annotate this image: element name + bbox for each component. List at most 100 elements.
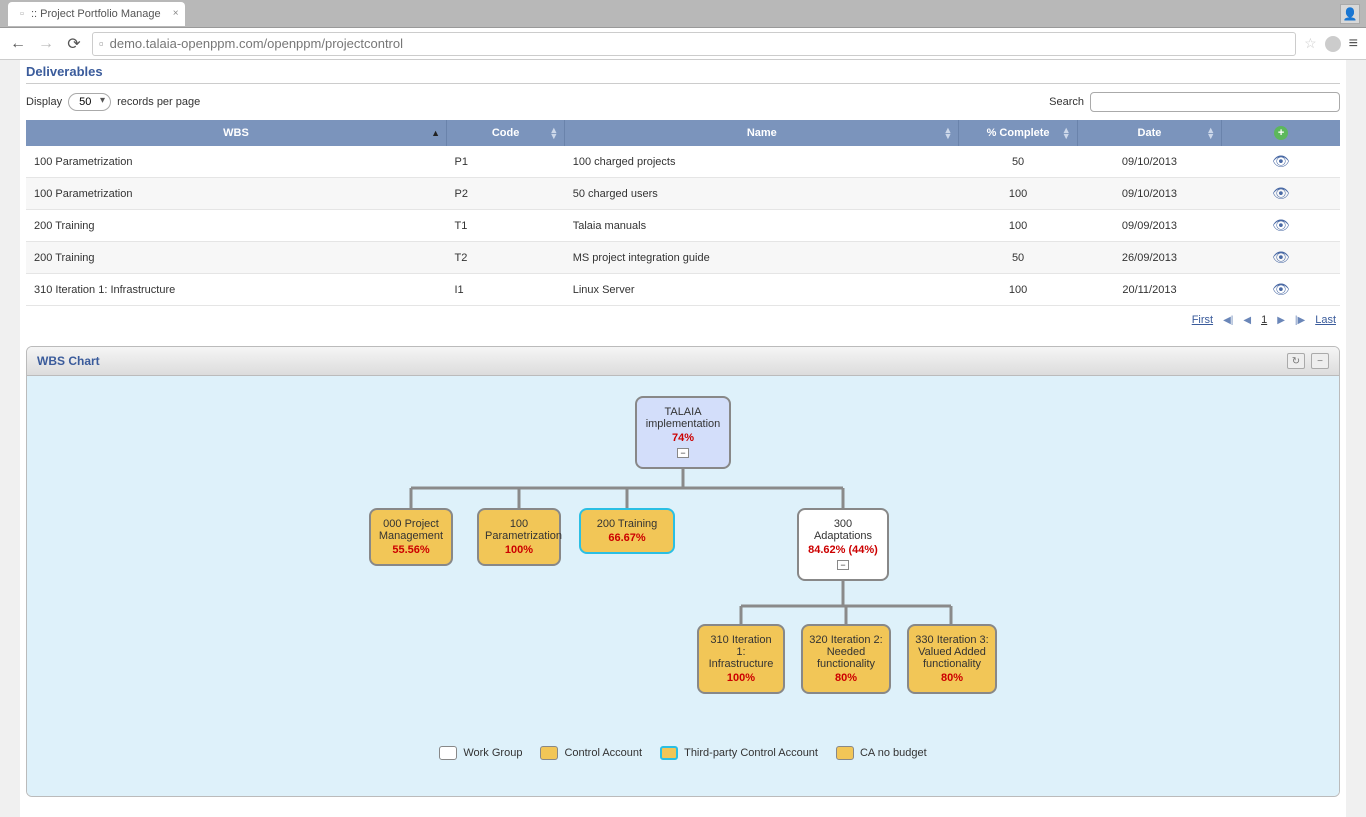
user-menu-icon[interactable]: 👤 <box>1340 4 1360 24</box>
deliverables-table: WBS ▲ Code ▲▼ Name ▲▼ % Complete ▲▼ Date <box>26 120 1340 306</box>
node-title: 100 Parametrization <box>485 518 553 542</box>
pagination: First ◀| ◀ 1 ▶ |▶ Last <box>26 306 1340 334</box>
cell-code: P2 <box>446 178 564 210</box>
back-button[interactable]: ← <box>8 34 28 54</box>
node-title: 320 Iteration 2: Needed functionality <box>809 634 883 670</box>
wbs-legend: Work Group Control Account Third-party C… <box>47 746 1319 760</box>
sort-icon: ▲▼ <box>1062 127 1071 139</box>
node-title: 200 Training <box>587 518 667 530</box>
wbs-node-param[interactable]: 100 Parametrization 100% <box>477 508 561 566</box>
cell-actions: 👁 <box>1222 242 1340 274</box>
search-input[interactable] <box>1090 92 1340 112</box>
wbs-node-it3[interactable]: 330 Iteration 3: Valued Added functional… <box>907 624 997 694</box>
cell-wbs: 100 Parametrization <box>26 146 446 178</box>
reload-button[interactable]: ⟳ <box>64 34 84 54</box>
wbs-node-pm[interactable]: 000 Project Management 55.56% <box>369 508 453 566</box>
cell-name: Linux Server <box>565 274 959 306</box>
records-suffix: records per page <box>117 96 200 108</box>
node-title: 300 Adaptations <box>805 518 881 542</box>
url-text: demo.talaia-openppm.com/openppm/projectc… <box>110 36 403 51</box>
cell-wbs: 200 Training <box>26 242 446 274</box>
col-complete[interactable]: % Complete ▲▼ <box>959 120 1077 146</box>
node-title: 000 Project Management <box>377 518 445 542</box>
refresh-icon[interactable]: ↻ <box>1287 353 1305 369</box>
cell-actions: 👁 <box>1222 178 1340 210</box>
page-next-icon[interactable]: ▶ <box>1277 315 1285 326</box>
legend-no-budget: CA no budget <box>836 746 927 760</box>
swatch-third-party <box>660 746 678 760</box>
node-pct: 66.67% <box>587 532 667 544</box>
view-icon[interactable]: 👁 <box>1272 281 1290 297</box>
search-label: Search <box>1049 96 1084 108</box>
browser-tab[interactable]: :: Project Portfolio Manage × <box>8 2 185 26</box>
legend-work-group: Work Group <box>439 746 522 760</box>
bookmark-icon[interactable]: ☆ <box>1304 35 1317 52</box>
wbs-body: TALAIA implementation 74% − 000 Project … <box>27 376 1339 796</box>
col-actions: + <box>1222 120 1340 146</box>
wbs-node-adapt[interactable]: 300 Adaptations 84.62% (44%) − <box>797 508 889 581</box>
sort-asc-icon: ▲ <box>431 130 440 136</box>
page-last[interactable]: Last <box>1315 314 1336 326</box>
extension-icon[interactable] <box>1325 36 1341 52</box>
collapse-toggle[interactable]: − <box>677 448 689 458</box>
page-size-select[interactable]: 50 <box>68 93 111 111</box>
page-last-icon[interactable]: |▶ <box>1295 315 1305 326</box>
page-first-icon[interactable]: ◀| <box>1223 315 1233 326</box>
page-icon: ▫ <box>99 36 104 51</box>
wbs-panel: WBS Chart ↻ − <box>26 346 1340 797</box>
cell-code: T1 <box>446 210 564 242</box>
forward-button[interactable]: → <box>36 34 56 54</box>
close-icon[interactable]: × <box>173 8 179 19</box>
view-icon[interactable]: 👁 <box>1272 153 1290 169</box>
node-pct: 84.62% (44%) <box>805 544 881 556</box>
node-title: 310 Iteration 1: Infrastructure <box>705 634 777 670</box>
sort-icon: ▲▼ <box>549 127 558 139</box>
collapse-icon[interactable]: − <box>1311 353 1329 369</box>
swatch-work-group <box>439 746 457 760</box>
col-code[interactable]: Code ▲▼ <box>446 120 564 146</box>
cell-date: 09/09/2013 <box>1077 210 1222 242</box>
wbs-node-it2[interactable]: 320 Iteration 2: Needed functionality 80… <box>801 624 891 694</box>
wbs-panel-header: WBS Chart ↻ − <box>27 347 1339 376</box>
page-first[interactable]: First <box>1192 314 1213 326</box>
sort-icon: ▲▼ <box>1206 127 1215 139</box>
view-icon[interactable]: 👁 <box>1272 217 1290 233</box>
cell-name: Talaia manuals <box>565 210 959 242</box>
wbs-node-root[interactable]: TALAIA implementation 74% − <box>635 396 731 469</box>
wbs-node-it1[interactable]: 310 Iteration 1: Infrastructure 100% <box>697 624 785 694</box>
table-row: 200 TrainingT1Talaia manuals10009/09/201… <box>26 210 1340 242</box>
table-controls: Display 50 records per page Search <box>26 84 1340 120</box>
table-row: 100 ParametrizationP1100 charged project… <box>26 146 1340 178</box>
legend-third-party: Third-party Control Account <box>660 746 818 760</box>
wbs-node-training[interactable]: 200 Training 66.67% <box>579 508 675 554</box>
node-pct: 80% <box>809 672 883 684</box>
node-pct: 80% <box>915 672 989 684</box>
cell-date: 20/11/2013 <box>1077 274 1222 306</box>
wbs-title: WBS Chart <box>37 354 100 368</box>
view-icon[interactable]: 👁 <box>1272 249 1290 265</box>
table-row: 200 TrainingT2MS project integration gui… <box>26 242 1340 274</box>
col-date[interactable]: Date ▲▼ <box>1077 120 1222 146</box>
cell-name: 100 charged projects <box>565 146 959 178</box>
col-name[interactable]: Name ▲▼ <box>565 120 959 146</box>
page-current[interactable]: 1 <box>1261 314 1267 326</box>
cell-name: 50 charged users <box>565 178 959 210</box>
cell-code: I1 <box>446 274 564 306</box>
menu-icon[interactable]: ≡ <box>1349 35 1358 53</box>
legend-control-account: Control Account <box>540 746 642 760</box>
node-pct: 74% <box>643 432 723 444</box>
cell-date: 09/10/2013 <box>1077 146 1222 178</box>
cell-date: 26/09/2013 <box>1077 242 1222 274</box>
collapse-toggle[interactable]: − <box>837 560 849 570</box>
swatch-no-budget <box>836 746 854 760</box>
view-icon[interactable]: 👁 <box>1272 185 1290 201</box>
node-pct: 55.56% <box>377 544 445 556</box>
tab-title: :: Project Portfolio Manage <box>31 8 161 20</box>
add-icon[interactable]: + <box>1274 126 1288 140</box>
cell-code: T2 <box>446 242 564 274</box>
page-prev-icon[interactable]: ◀ <box>1243 315 1251 326</box>
wbs-chart: TALAIA implementation 74% − 000 Project … <box>363 396 1003 726</box>
deliverables-title: Deliverables <box>26 60 1340 84</box>
url-bar[interactable]: ▫ demo.talaia-openppm.com/openppm/projec… <box>92 32 1296 56</box>
col-wbs[interactable]: WBS ▲ <box>26 120 446 146</box>
